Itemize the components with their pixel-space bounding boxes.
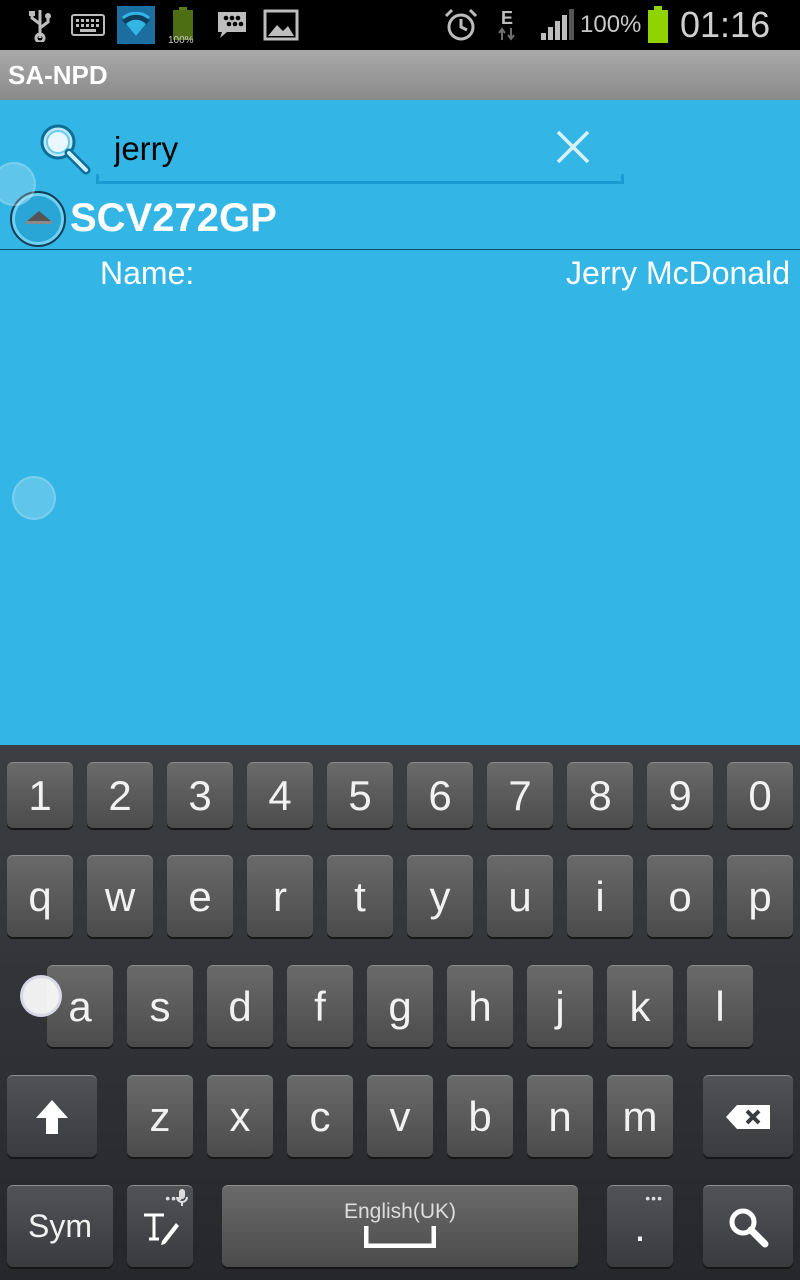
wifi-icon: [117, 6, 155, 44]
key-s[interactable]: s: [127, 965, 193, 1047]
key-p[interactable]: p: [727, 855, 793, 937]
key-j[interactable]: j: [527, 965, 593, 1047]
key-5[interactable]: 5: [327, 762, 393, 828]
key-g[interactable]: g: [367, 965, 433, 1047]
name-field-label: Name:: [100, 255, 195, 291]
symbol-key[interactable]: Sym: [7, 1185, 113, 1267]
signal-icon: [538, 8, 576, 42]
key-3[interactable]: 3: [167, 762, 233, 828]
key-u[interactable]: u: [487, 855, 553, 937]
shift-arrow-icon: [36, 1099, 68, 1134]
touch-indicator: [20, 975, 62, 1017]
key-k[interactable]: k: [607, 965, 673, 1047]
key-c[interactable]: c: [287, 1075, 353, 1157]
key-f[interactable]: f: [287, 965, 353, 1047]
battery-percent: 100%: [580, 11, 642, 38]
key-n[interactable]: n: [527, 1075, 593, 1157]
key-l[interactable]: l: [687, 965, 753, 1047]
key-6[interactable]: 6: [407, 762, 473, 828]
key-e[interactable]: e: [167, 855, 233, 937]
clock: 01:16: [680, 4, 771, 45]
app-title-bar: SA-NPD: [0, 50, 800, 100]
key-v[interactable]: v: [367, 1075, 433, 1157]
key-z[interactable]: z: [127, 1075, 193, 1157]
space-key[interactable]: English(UK): [222, 1185, 578, 1267]
key-4[interactable]: 4: [247, 762, 313, 828]
key-x[interactable]: x: [207, 1075, 273, 1157]
gallery-icon: [262, 8, 300, 42]
search-results-panel: SCV272GP Name: Jerry McDonald: [0, 100, 800, 745]
search-action-key[interactable]: [703, 1185, 793, 1267]
key-t[interactable]: t: [327, 855, 393, 937]
key-0[interactable]: 0: [727, 762, 793, 828]
usb-icon: [26, 8, 54, 42]
key-b[interactable]: b: [447, 1075, 513, 1157]
clear-search-button[interactable]: [548, 122, 598, 172]
result-group-header[interactable]: SCV272GP: [0, 186, 800, 250]
status-bar: 100% E 100% 01:16: [0, 0, 800, 50]
key-y[interactable]: y: [407, 855, 473, 937]
bbm-icon: [214, 8, 250, 42]
text-input-mode-key[interactable]: •••: [127, 1185, 193, 1267]
handwriting-icon: [144, 1213, 179, 1245]
key-7[interactable]: 7: [487, 762, 553, 828]
key-q[interactable]: q: [7, 855, 73, 937]
shift-key[interactable]: [7, 1075, 97, 1157]
name-field-value: Jerry McDonald: [565, 255, 790, 291]
key-2[interactable]: 2: [87, 762, 153, 828]
key-r[interactable]: r: [247, 855, 313, 937]
touch-indicator: [12, 476, 56, 520]
battery-small-icon: 100%: [168, 6, 198, 46]
search-field[interactable]: [96, 120, 624, 184]
space-bar-icon: [364, 1225, 436, 1248]
search-icon: [34, 118, 94, 178]
search-input[interactable]: [114, 124, 554, 174]
battery-icon: [645, 6, 671, 44]
keyboard-language-label: English(UK): [343, 1199, 457, 1223]
period-key[interactable]: ••• .: [607, 1185, 673, 1267]
edge-data-icon: E: [494, 8, 520, 42]
backspace-key[interactable]: [703, 1075, 793, 1157]
soft-keyboard: 1 2 3 4 5 6 7 8 9 0 q w e r t y u i o p …: [0, 745, 800, 1280]
close-icon: [556, 130, 590, 164]
key-o[interactable]: o: [647, 855, 713, 937]
microphone-icon: [176, 1189, 188, 1206]
key-d[interactable]: d: [207, 965, 273, 1047]
alarm-icon: [443, 8, 479, 42]
key-8[interactable]: 8: [567, 762, 633, 828]
key-h[interactable]: h: [447, 965, 513, 1047]
key-m[interactable]: m: [607, 1075, 673, 1157]
key-9[interactable]: 9: [647, 762, 713, 828]
key-i[interactable]: i: [567, 855, 633, 937]
key-w[interactable]: w: [87, 855, 153, 937]
backspace-icon: [726, 1104, 770, 1129]
key-1[interactable]: 1: [7, 762, 73, 828]
app-title: SA-NPD: [8, 60, 108, 90]
chevron-up-icon: [27, 211, 51, 221]
keyboard-icon: [70, 8, 106, 42]
search-icon: [729, 1208, 769, 1247]
result-group-title: SCV272GP: [70, 196, 277, 240]
